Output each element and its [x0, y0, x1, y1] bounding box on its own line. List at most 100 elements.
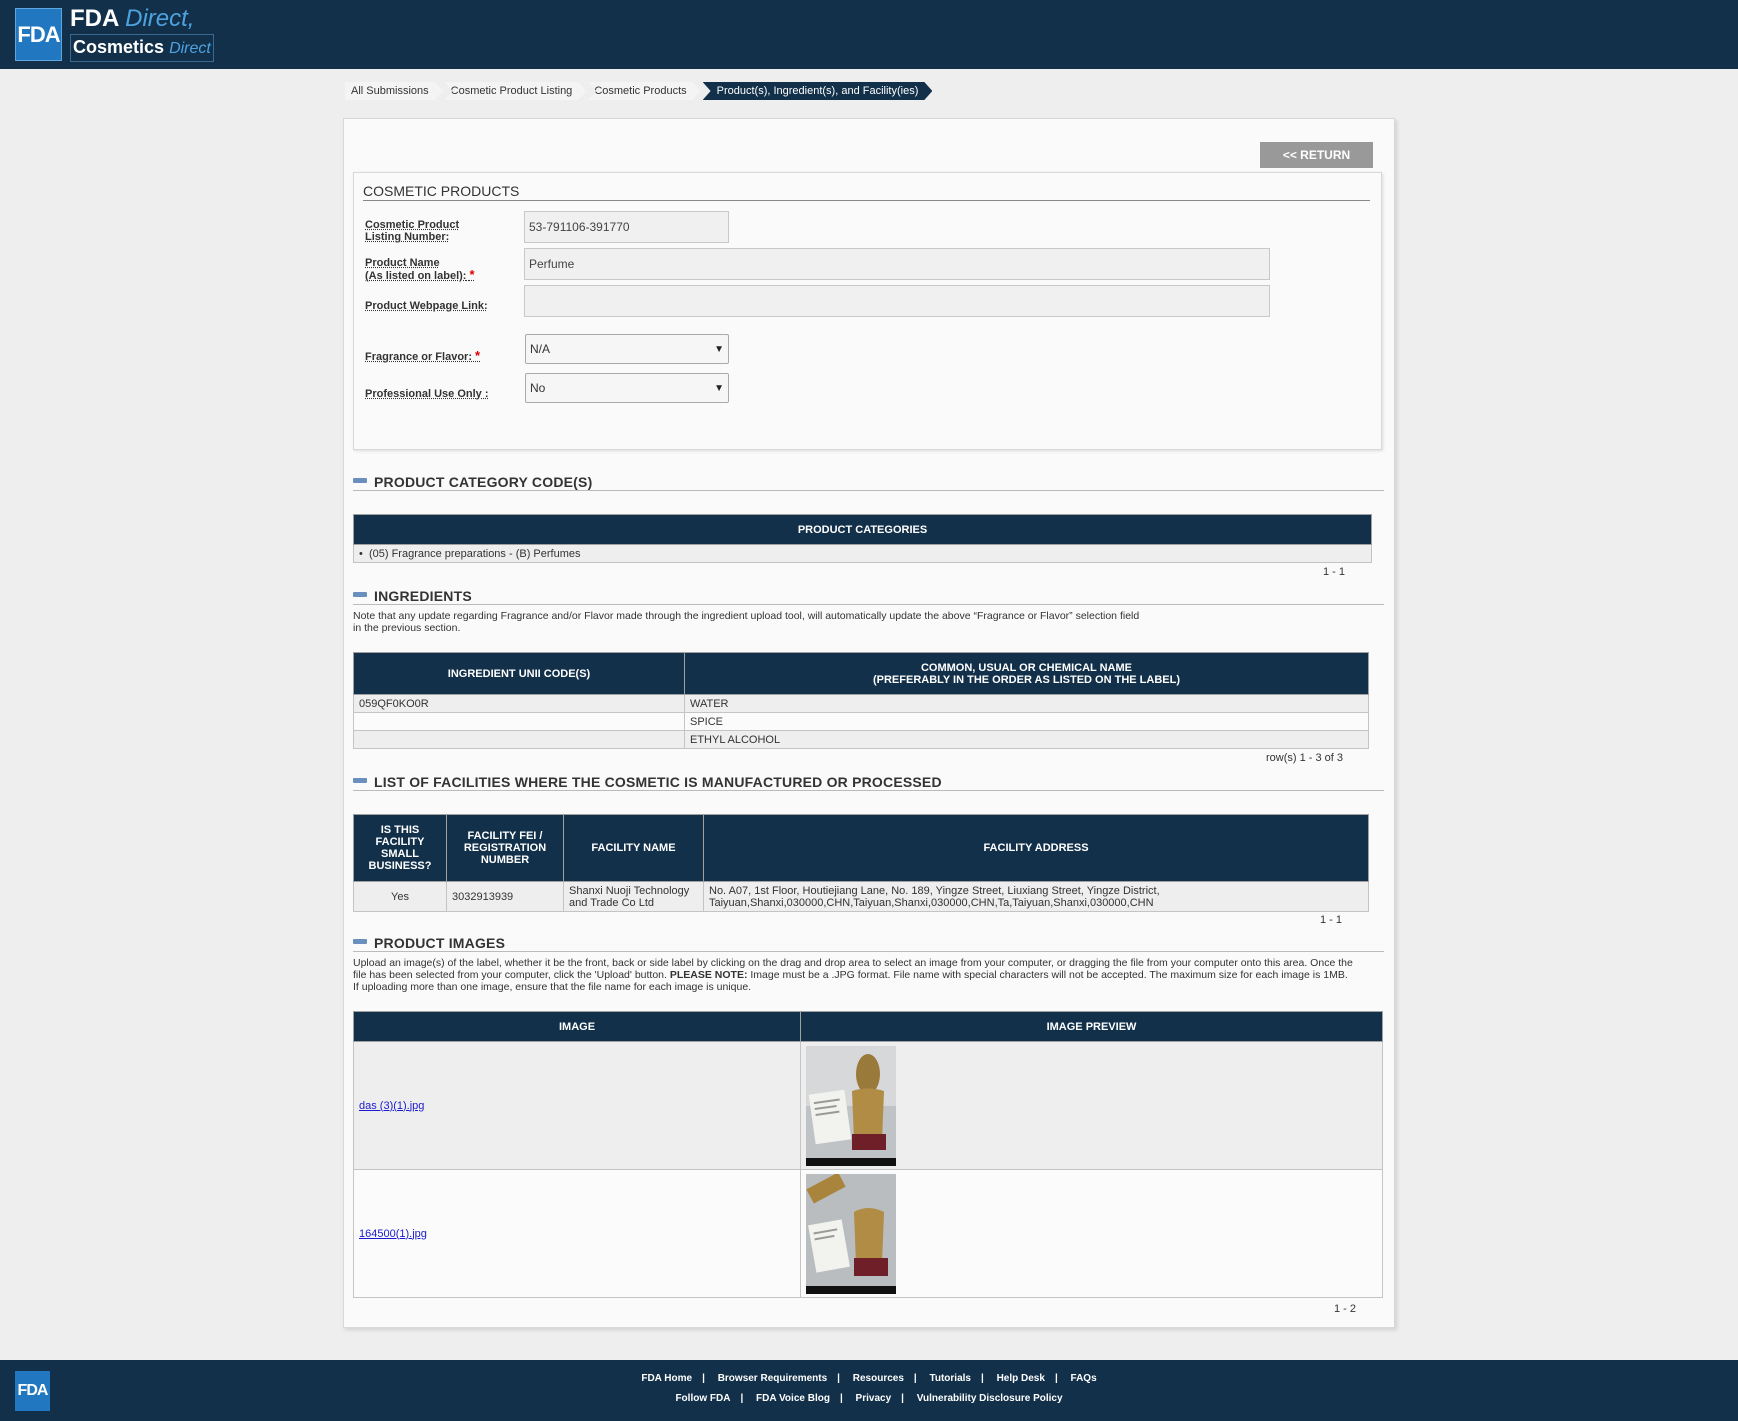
footer-link-help-desk[interactable]: Help Desk — [997, 1373, 1045, 1384]
facility-col1-line: SMALL — [381, 848, 419, 860]
images-table: IMAGE IMAGE PREVIEW das (3)(1).jpg 16450… — [353, 1011, 1383, 1298]
fragrance-label: Fragrance or Flavor: * — [365, 348, 481, 363]
table-row: 059QF0KO0R WATER — [353, 694, 1369, 713]
images-note-line1: Upload an image(s) of the label, whether… — [353, 957, 1353, 969]
required-marker: * — [475, 348, 481, 363]
fragrance-select-value: N/A — [530, 342, 551, 356]
cosmetic-products-box: COSMETIC PRODUCTS Cosmetic Product Listi… — [353, 172, 1382, 450]
professional-use-select-value: No — [530, 381, 546, 395]
image-preview[interactable] — [806, 1173, 896, 1294]
facilities-section-header[interactable]: LIST OF FACILITIES WHERE THE COSMETIC IS… — [353, 773, 1384, 791]
breadcrumb-cosmetic-products[interactable]: Cosmetic Products — [588, 82, 700, 100]
ingredients-section-title: INGREDIENTS — [374, 588, 472, 604]
listing-number-field: 53-791106-391770 — [524, 211, 729, 243]
ingredient-code — [353, 730, 685, 749]
main-panel: << RETURN COSMETIC PRODUCTS Cosmetic Pro… — [343, 118, 1395, 1328]
ingredients-section-header[interactable]: INGREDIENTS — [353, 587, 1384, 605]
ingredients-note-line1: Note that any update regarding Fragrance… — [353, 610, 1140, 622]
footer-links-row2: Follow FDA | FDA Voice Blog | Privacy | Vul… — [0, 1393, 1738, 1404]
footer-links-row1: FDA Home | Browser Requirements | Resource… — [0, 1373, 1738, 1384]
cosmetic-products-title: COSMETIC PRODUCTS — [363, 183, 1370, 201]
images-col-preview: IMAGE PREVIEW — [800, 1011, 1383, 1042]
footer-separator: | — [837, 1373, 840, 1384]
facility-name-line1: Shanxi Nuoji Technology — [569, 884, 690, 897]
collapse-icon[interactable] — [353, 478, 367, 483]
category-section-title: PRODUCT CATEGORY CODE(S) — [374, 474, 593, 490]
footer-separator: | — [901, 1393, 904, 1404]
facility-col-small-business: IS THIS FACILITY SMALL BUSINESS? — [353, 814, 447, 882]
images-section-header[interactable]: PRODUCT IMAGES — [353, 934, 1384, 952]
product-name-input[interactable]: Perfume — [524, 248, 1270, 280]
images-note: Upload an image(s) of the label, whether… — [353, 957, 1393, 993]
table-row: das (3)(1).jpg — [353, 1041, 1383, 1170]
product-name-label-line2: (As listed on label): — [365, 270, 467, 282]
footer-link-browser-requirements[interactable]: Browser Requirements — [718, 1373, 827, 1384]
images-note-line2: file has been selected from your compute… — [353, 969, 1393, 981]
footer-separator: | — [839, 1393, 843, 1404]
collapse-icon[interactable] — [353, 592, 367, 597]
footer-link-tutorials[interactable]: Tutorials — [930, 1373, 971, 1384]
chevron-down-icon: ▼ — [714, 343, 724, 355]
facility-col2-line: REGISTRATION — [463, 842, 547, 854]
footer-link-resources[interactable]: Resources — [853, 1373, 904, 1384]
webpage-link-input[interactable] — [524, 285, 1270, 317]
facility-small-business: Yes — [353, 881, 447, 912]
facility-name-line2: and Trade Co Ltd — [569, 896, 655, 909]
image-file-link[interactable]: 164500(1).jpg — [359, 1228, 427, 1240]
collapse-icon[interactable] — [353, 778, 367, 783]
perfume-image — [806, 1045, 896, 1166]
ingredients-col-name: COMMON, USUAL OR CHEMICAL NAME (PREFERAB… — [684, 652, 1369, 695]
breadcrumb-current: Product(s), Ingredient(s), and Facility(… — [703, 82, 933, 100]
facility-address-line2: Taiyuan,Shanxi,030000,CHN,Taiyuan,Shanxi… — [709, 896, 1154, 909]
category-table-header: PRODUCT CATEGORIES — [353, 514, 1372, 545]
table-row: ETHYL ALCOHOL — [353, 730, 1369, 749]
fragrance-label-text: Fragrance or Flavor: — [365, 351, 472, 363]
brand-primary: FDA — [70, 5, 119, 32]
top-header: FDA FDA Direct, Cosmetics Direct — [0, 0, 1738, 69]
ingredients-col-name-line2: (PREFERABLY IN THE ORDER AS LISTED ON TH… — [872, 673, 1180, 686]
facilities-section-title: LIST OF FACILITIES WHERE THE COSMETIC IS… — [374, 774, 942, 790]
return-button[interactable]: << RETURN — [1260, 142, 1373, 168]
facility-col2-line: NUMBER — [480, 854, 530, 866]
category-item: (05) Fragrance preparations - (B) Perfum… — [368, 547, 581, 560]
brand-accent: Direct — [125, 5, 188, 32]
product-name-label: Product Name (As listed on label): * — [365, 257, 475, 282]
footer-separator: | — [740, 1393, 744, 1404]
images-note-line2c: Image must be a .JPG format. File name w… — [747, 969, 1348, 981]
category-section-header[interactable]: PRODUCT CATEGORY CODE(S) — [353, 473, 1384, 491]
facility-col1-line: IS THIS — [380, 824, 420, 836]
listing-number-label-line1: Cosmetic Product — [365, 219, 460, 231]
facility-col-name: FACILITY NAME — [563, 814, 704, 882]
category-table: PRODUCT CATEGORIES • (05) Fragrance prep… — [353, 514, 1372, 563]
professional-use-select[interactable]: No ▼ — [525, 373, 729, 403]
brand-subtitle-accent: Direct — [169, 40, 211, 57]
ingredient-name: ETHYL ALCOHOL — [684, 730, 1369, 749]
footer-link-follow-fda[interactable]: Follow FDA — [675, 1393, 730, 1404]
category-pager: 1 - 1 — [1323, 566, 1346, 578]
facility-col1-line: FACILITY — [375, 836, 425, 848]
required-marker: * — [469, 267, 475, 282]
footer-link-voice-blog[interactable]: FDA Voice Blog — [756, 1393, 830, 1404]
images-note-line2a: file has been selected from your compute… — [353, 969, 670, 981]
images-col-image: IMAGE — [353, 1011, 801, 1042]
images-note-line3: If uploading more than one image, ensure… — [353, 981, 752, 993]
image-preview[interactable] — [806, 1045, 896, 1166]
image-file-link[interactable]: das (3)(1).jpg — [359, 1100, 424, 1112]
fda-logo[interactable]: FDA — [15, 8, 62, 61]
collapse-icon[interactable] — [353, 939, 367, 944]
ingredients-pager: row(s) 1 - 3 of 3 — [1266, 752, 1344, 764]
footer-link-fda-home[interactable]: FDA Home — [641, 1373, 692, 1384]
footer-link-vulnerability-policy[interactable]: Vulnerability Disclosure Policy — [917, 1393, 1063, 1404]
fragrance-select[interactable]: N/A ▼ — [525, 334, 729, 364]
footer-separator: | — [980, 1373, 984, 1384]
ingredients-table: INGREDIENT UNII CODE(S) COMMON, USUAL OR… — [353, 652, 1369, 749]
breadcrumb-all-submissions[interactable]: All Submissions — [345, 82, 443, 100]
footer-link-privacy[interactable]: Privacy — [856, 1393, 892, 1404]
facility-col1-line: BUSINESS? — [368, 860, 432, 872]
breadcrumb-cosmetic-product-listing[interactable]: Cosmetic Product Listing — [445, 82, 587, 100]
table-row: SPICE — [353, 712, 1369, 731]
footer-link-faqs[interactable]: FAQs — [1071, 1373, 1097, 1384]
product-name-label-line1: Product Name — [365, 257, 440, 269]
ingredient-name: WATER — [684, 694, 1369, 713]
chevron-down-icon: ▼ — [714, 382, 724, 394]
